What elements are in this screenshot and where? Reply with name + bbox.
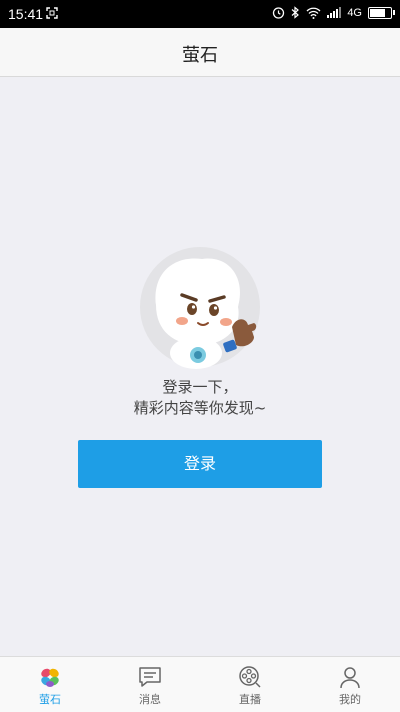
status-time: 15:41 (8, 6, 44, 22)
mascot-illustration (140, 247, 260, 369)
tab-profile[interactable]: 我的 (300, 657, 400, 712)
tab-label-messages: 消息 (139, 693, 161, 706)
screenshot-icon (46, 7, 58, 19)
tab-label-live: 直播 (239, 693, 261, 706)
bluetooth-icon (291, 6, 300, 19)
bottom-tab-bar: 萤石 消息 直播 我的 (0, 656, 400, 712)
nav-bar: 萤石 (0, 28, 400, 77)
wifi-icon (306, 7, 321, 19)
tab-ezviz[interactable]: 萤石 (0, 657, 100, 712)
status-icons: 4G (272, 6, 395, 19)
tab-messages[interactable]: 消息 (100, 657, 200, 712)
message-icon (139, 667, 161, 687)
battery-icon (368, 6, 395, 19)
page-title: 萤石 (182, 45, 218, 66)
network-type: 4G (347, 6, 362, 19)
profile-icon (340, 667, 360, 689)
ezviz-logo-icon (41, 668, 59, 687)
tab-label-ezviz: 萤石 (39, 693, 61, 706)
login-prompt-line2: 精彩内容等你发现~ (133, 399, 267, 417)
status-bar: 15:41 4G (0, 0, 400, 28)
login-button[interactable]: 登录 (78, 440, 322, 488)
login-prompt-line1: 登录一下， (162, 378, 238, 396)
signal-icon (327, 7, 342, 18)
battery-level (370, 8, 386, 17)
tab-label-profile: 我的 (339, 693, 361, 706)
alarm-icon (273, 7, 285, 19)
tab-live[interactable]: 直播 (200, 657, 300, 712)
live-icon (239, 666, 261, 688)
